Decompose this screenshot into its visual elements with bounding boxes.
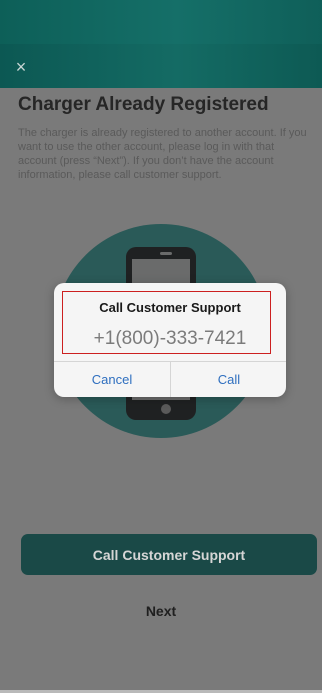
phone-home-button: [161, 404, 171, 414]
dialog-highlight-box: [62, 291, 271, 354]
dialog-cancel-button[interactable]: Cancel: [54, 362, 170, 397]
close-icon[interactable]: ×: [10, 56, 32, 78]
phone-speaker: [160, 252, 172, 255]
app-bar: [0, 44, 322, 88]
dialog-call-button[interactable]: Call: [171, 362, 287, 397]
page-title: Charger Already Registered: [18, 94, 269, 115]
next-button[interactable]: Next: [0, 603, 322, 623]
status-bar: [0, 0, 322, 44]
call-customer-support-button[interactable]: Call Customer Support: [21, 534, 317, 575]
description-text: The charger is already registered to ano…: [18, 127, 307, 181]
screen: × Charger Already Registered The charger…: [0, 0, 322, 693]
